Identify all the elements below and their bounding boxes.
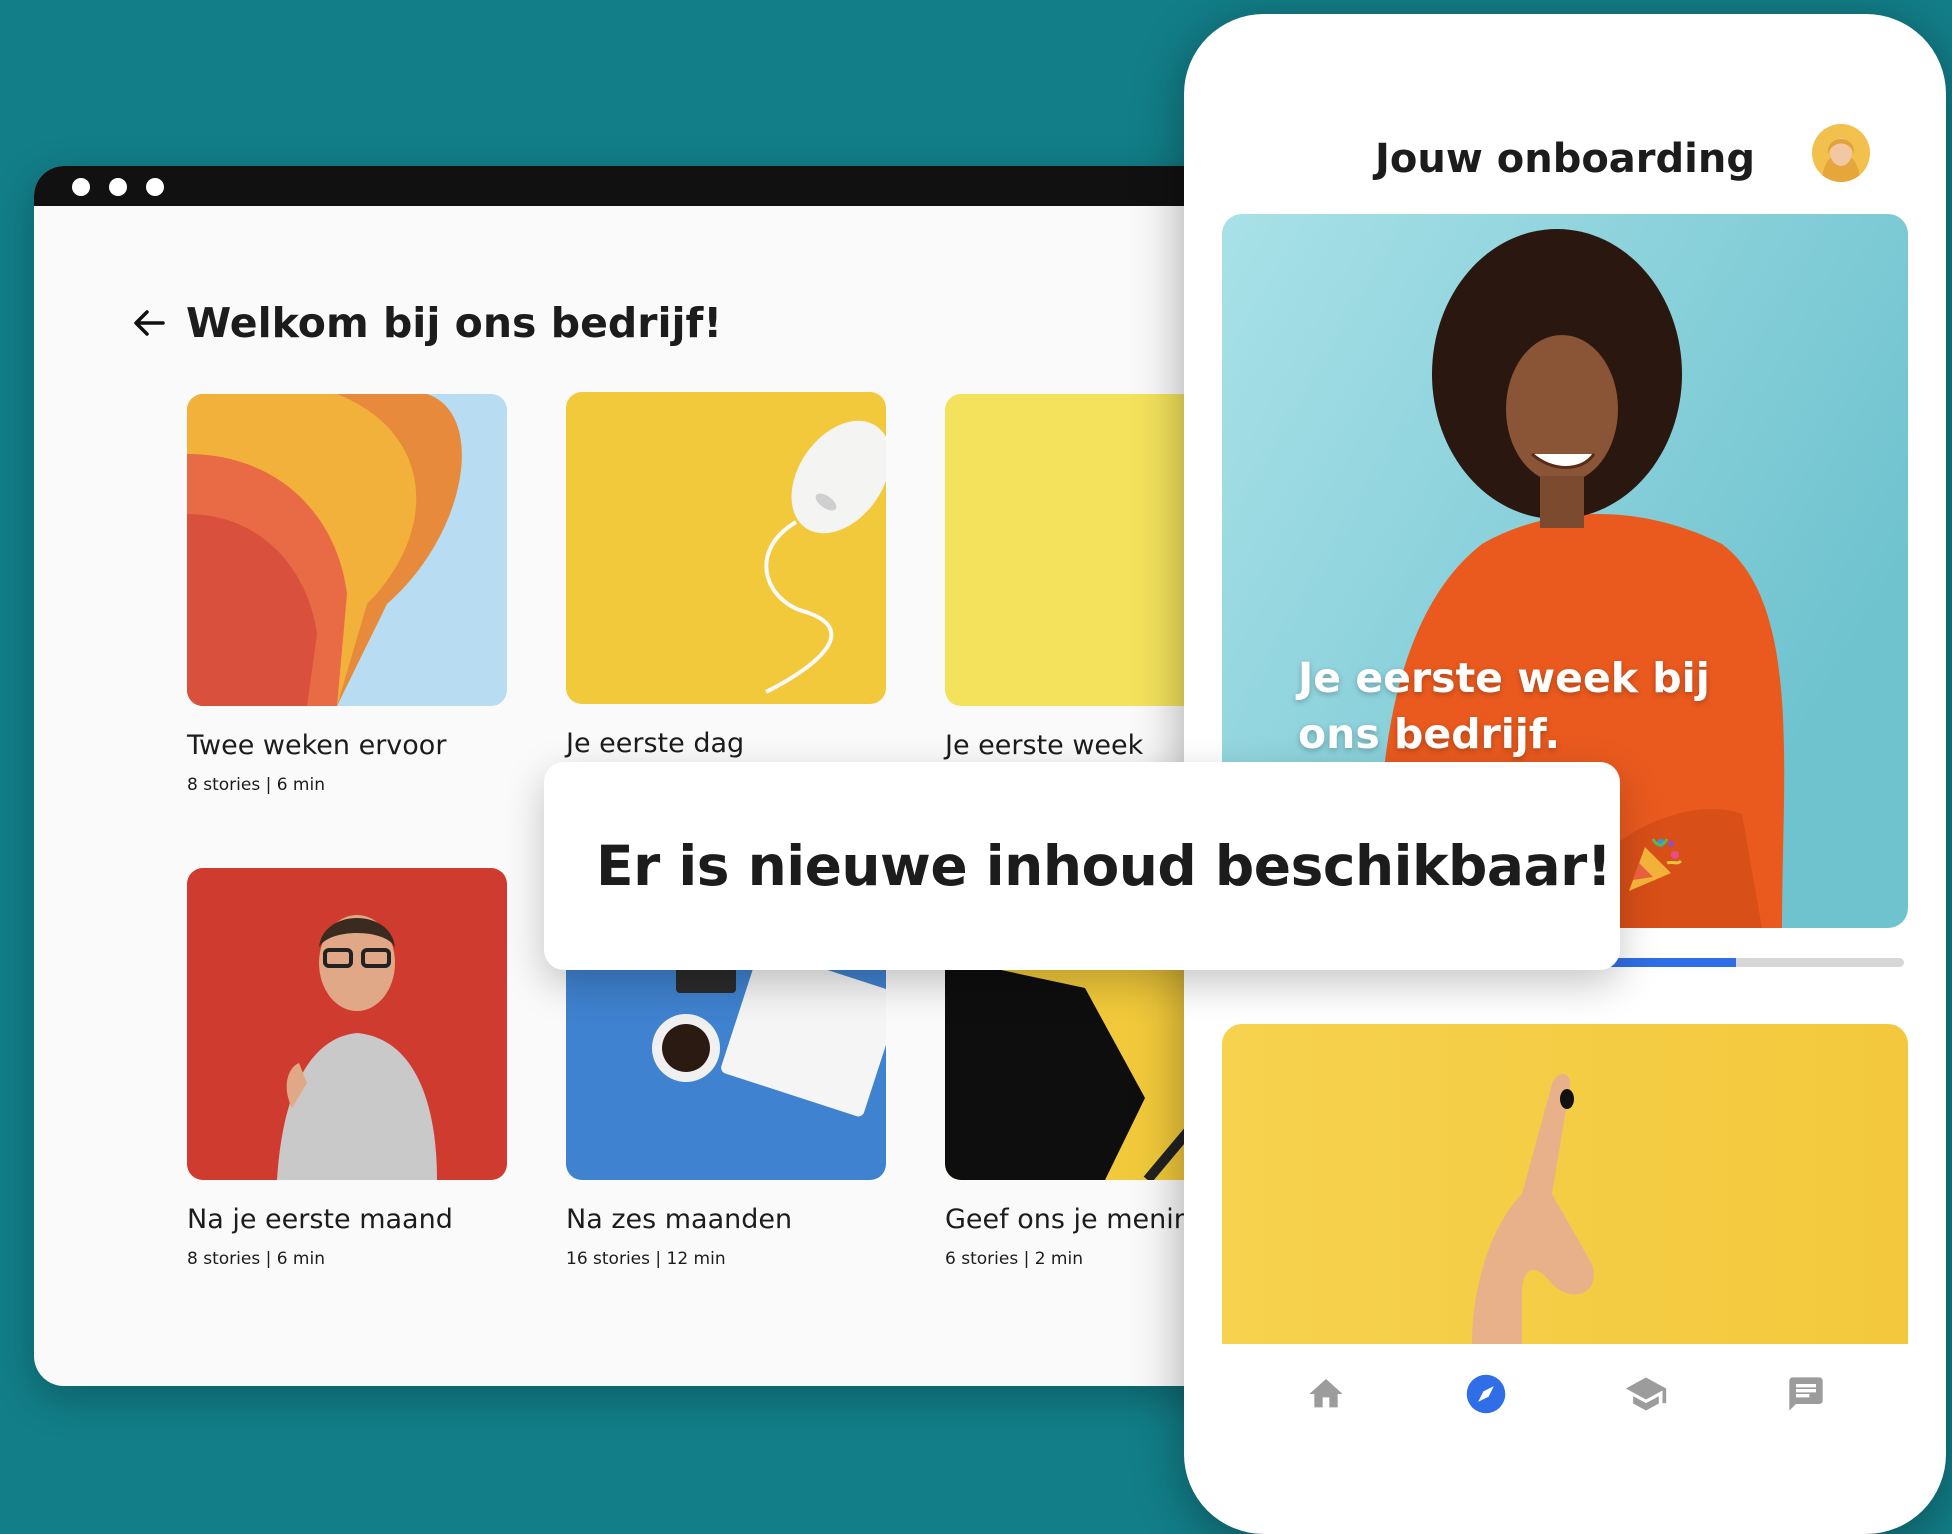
tab-chat[interactable] [1766, 1354, 1846, 1434]
tab-home[interactable] [1286, 1354, 1366, 1434]
page-title: Welkom bij ons bedrijf! [186, 299, 723, 347]
card-title: Twee weken ervoor [187, 730, 447, 761]
tab-learn[interactable] [1606, 1354, 1686, 1434]
toast-message: Er is nieuwe inhoud beschikbaar! [596, 834, 1612, 898]
home-icon [1309, 1379, 1343, 1408]
card-image [187, 868, 507, 1180]
window-dot [72, 178, 90, 196]
story-card[interactable]: Twee weken ervoor 8 stories | 6 min [187, 394, 507, 795]
card-meta: 8 stories | 6 min [187, 1249, 325, 1269]
notification-toast[interactable]: Er is nieuwe inhoud beschikbaar! [544, 762, 1683, 970]
tab-explore[interactable] [1446, 1354, 1526, 1434]
card-meta: 8 stories | 6 min [187, 775, 325, 795]
story-card[interactable]: Na je eerste maand 8 stories | 6 min [187, 868, 507, 1269]
progress-bar [1604, 958, 1904, 967]
card-title: Na je eerste maand [187, 1204, 453, 1235]
browser-titlebar [34, 166, 1294, 206]
card-title: Je eerste dag [566, 728, 745, 759]
window-dot [109, 178, 127, 196]
card-image [566, 392, 886, 704]
progress-fill [1604, 958, 1736, 967]
window-dot [146, 178, 164, 196]
graduation-cap-icon [1625, 1377, 1667, 1411]
card-title: Na zes maanden [566, 1204, 793, 1235]
card-image [187, 394, 507, 706]
avatar[interactable] [1812, 124, 1870, 182]
bottom-tab-bar [1184, 1344, 1946, 1444]
card-meta: 16 stories | 12 min [566, 1249, 726, 1269]
story-card[interactable]: Je eerste dag [566, 392, 886, 759]
arrow-left-icon [134, 310, 165, 336]
chat-icon [1789, 1377, 1823, 1411]
card-image [1472, 1074, 1594, 1344]
story-card-ok-hand[interactable] [1222, 1024, 1908, 1344]
party-popper-icon [1623, 833, 1685, 899]
compass-icon [1466, 1374, 1506, 1414]
hero-text: Je eerste week bij ons bedrijf. [1298, 654, 1710, 758]
